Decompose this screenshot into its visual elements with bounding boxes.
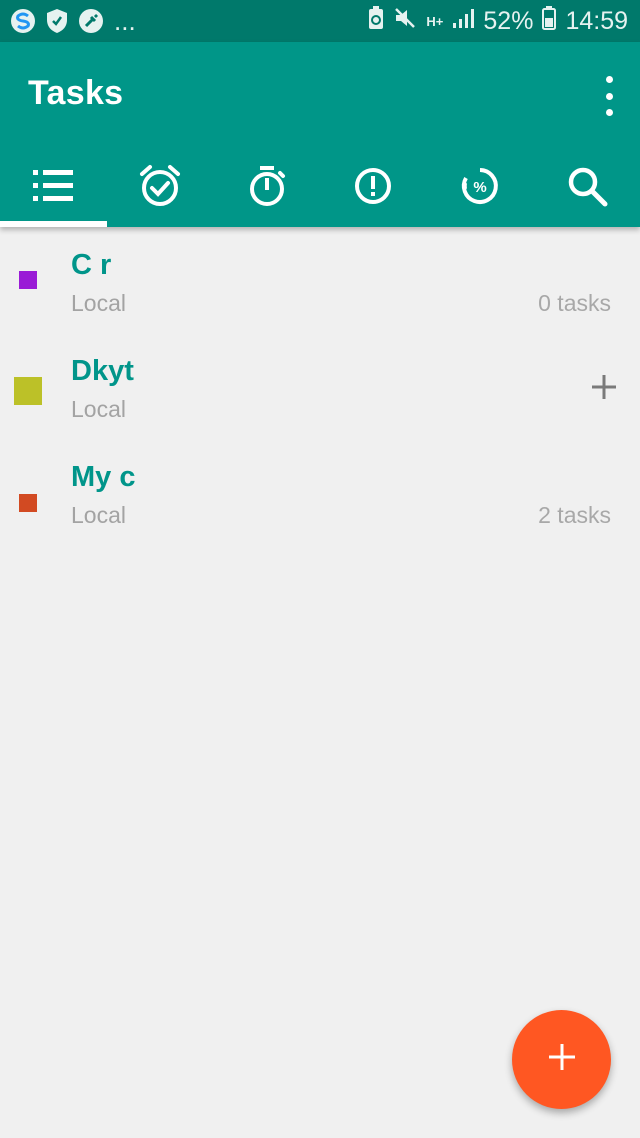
broom-icon — [78, 8, 104, 34]
tab-progress[interactable]: % — [427, 150, 534, 227]
page-title: Tasks — [28, 74, 124, 112]
notification-icons: ... — [10, 8, 136, 34]
list-item[interactable]: C r Local 0 tasks — [0, 227, 640, 333]
s-app-icon — [10, 8, 36, 34]
tab-priority[interactable] — [320, 150, 427, 227]
add-list-button[interactable] — [512, 1010, 611, 1109]
list-color-swatch — [19, 271, 37, 289]
list-account: Local — [71, 290, 126, 316]
network-type-label: H+ — [426, 13, 444, 29]
task-count: 0 tasks — [538, 290, 611, 316]
status-bar: ... H+ 52% 14:59 — [0, 0, 640, 42]
list-item[interactable]: Dkyt Local — [0, 333, 640, 439]
stopwatch-icon — [247, 164, 287, 213]
task-count: 2 tasks — [538, 502, 611, 528]
list-item[interactable]: My c Local 2 tasks — [0, 439, 640, 545]
system-status: H+ 52% 14:59 — [368, 6, 628, 37]
clock: 14:59 — [565, 7, 628, 35]
list-account: Local — [71, 502, 126, 528]
list-name: C r — [71, 249, 112, 281]
plus-icon — [548, 1044, 575, 1075]
mute-icon — [393, 6, 417, 37]
list-name: Dkyt — [71, 355, 134, 387]
more-notifications-indicator: ... — [114, 6, 136, 36]
tab-timer[interactable] — [213, 150, 320, 227]
list-color-swatch — [14, 377, 42, 405]
progress-percent-icon: % — [460, 166, 500, 211]
app-bar: Tasks % — [0, 42, 640, 227]
tab-lists[interactable] — [0, 150, 107, 227]
battery-icon — [542, 6, 557, 37]
list-name: My c — [71, 461, 136, 493]
signal-icon — [452, 7, 475, 36]
list-icon — [32, 168, 74, 209]
tab-reminders[interactable] — [107, 150, 214, 227]
task-lists: C r Local 0 tasks Dkyt Local My c Local … — [0, 227, 640, 545]
shield-icon — [44, 8, 70, 34]
alarm-check-icon — [138, 164, 182, 213]
list-account: Local — [71, 396, 126, 422]
tab-bar: % — [0, 150, 640, 227]
more-vert-icon[interactable] — [600, 76, 618, 116]
svg-text:%: % — [473, 179, 486, 196]
search-icon — [566, 165, 608, 212]
tab-search[interactable] — [533, 150, 640, 227]
battery-saver-icon — [368, 6, 384, 37]
priority-icon — [353, 166, 393, 211]
battery-percent: 52% — [483, 7, 534, 35]
list-color-swatch — [19, 494, 37, 512]
add-task-plus-icon[interactable] — [590, 373, 618, 401]
